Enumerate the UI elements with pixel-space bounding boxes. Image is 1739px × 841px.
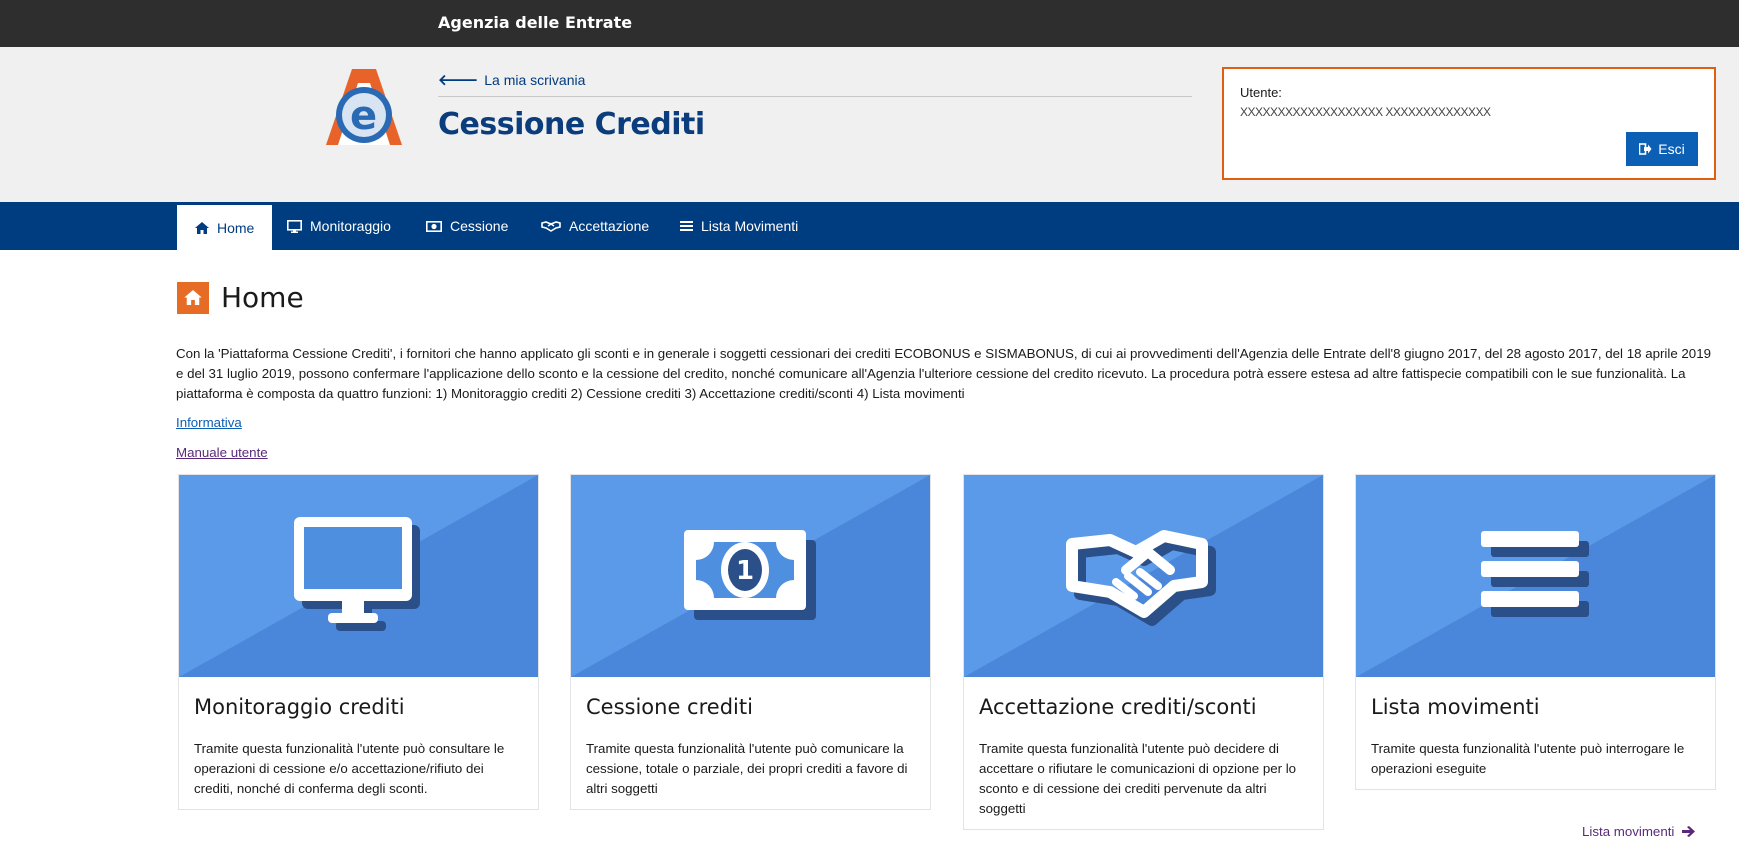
top-bar: Agenzia delle Entrate	[0, 0, 1739, 47]
list-icon	[1480, 531, 1589, 617]
lista-movimenti-link[interactable]: Lista movimenti	[1582, 824, 1696, 839]
nav-item-monitoraggio[interactable]: Monitoraggio	[269, 202, 409, 250]
nav-label-cessione: Cessione	[450, 218, 509, 234]
back-link-label: La mia scrivania	[484, 71, 586, 88]
agency-brand: Agenzia delle Entrate	[438, 13, 633, 32]
card-text: Tramite questa funzionalità l'utente può…	[1371, 741, 1685, 776]
main-nav: Home Monitoraggio Cessione Accettazione …	[0, 202, 1739, 250]
nav-item-cessione[interactable]: Cessione	[408, 202, 526, 250]
lista-movimenti-link-label: Lista movimenti	[1582, 824, 1675, 839]
header-divider	[438, 96, 1192, 97]
monitor-icon	[293, 517, 420, 631]
back-to-desk-link[interactable]: 🡐 La mia scrivania	[438, 70, 586, 90]
card-title: Accettazione crediti/sconti	[979, 695, 1257, 719]
user-manual-link[interactable]: Manuale utente	[176, 445, 268, 460]
logout-label: Esci	[1658, 141, 1685, 157]
card-cessione[interactable]: 1 Cessione crediti Tramite questa funzio…	[570, 474, 931, 810]
monitor-icon	[287, 219, 302, 233]
agency-logo: e	[326, 69, 402, 145]
page-title: Home	[221, 281, 304, 314]
list-icon	[680, 221, 693, 231]
intro-text: Con la 'Piattaforma Cessione Crediti', i…	[176, 346, 1711, 401]
nav-label-home: Home	[217, 219, 255, 236]
card-title: Lista movimenti	[1371, 695, 1540, 719]
card-lista-movimenti[interactable]: Lista movimenti Tramite questa funzional…	[1355, 474, 1716, 790]
card-accettazione[interactable]: Accettazione crediti/sconti Tramite ques…	[963, 474, 1324, 830]
nav-label-accettazione: Accettazione	[569, 218, 650, 234]
card-monitoraggio[interactable]: Monitoraggio crediti Tramite questa funz…	[178, 474, 539, 810]
arrow-right-icon	[1682, 826, 1696, 837]
sign-out-icon	[1639, 143, 1652, 155]
card-art	[964, 475, 1323, 677]
banknote-icon	[426, 220, 442, 232]
home-icon	[177, 281, 209, 314]
card-text: Tramite questa funzionalità l'utente può…	[979, 741, 1297, 816]
card-art	[179, 475, 538, 677]
home-icon	[195, 221, 209, 234]
page-heading: Home	[177, 281, 304, 314]
logout-button[interactable]: Esci	[1626, 132, 1698, 166]
svg-text:e: e	[350, 93, 377, 139]
card-art	[1356, 475, 1715, 677]
card-art: 1	[571, 475, 930, 677]
arrow-left-icon: 🡐	[438, 72, 479, 89]
app-title: Cessione Crediti	[438, 107, 705, 142]
card-text: Tramite questa funzionalità l'utente può…	[586, 741, 908, 796]
nav-label-lista-movimenti: Lista Movimenti	[701, 218, 799, 234]
handshake-icon	[541, 221, 561, 232]
banknote-icon: 1	[683, 530, 816, 620]
nav-item-lista-movimenti[interactable]: Lista Movimenti	[662, 202, 816, 250]
header: e 🡐 La mia scrivania Cessione Crediti Ut…	[0, 47, 1739, 202]
user-box: Utente: XXXXXXXXXXXXXXXXXXX XXXXXXXXXXXX…	[1222, 67, 1716, 180]
nav-item-accettazione[interactable]: Accettazione	[523, 202, 667, 250]
svg-text:1: 1	[735, 556, 753, 586]
handshake-icon	[1065, 530, 1216, 626]
card-title: Monitoraggio crediti	[194, 695, 405, 719]
card-title: Cessione crediti	[586, 695, 753, 719]
user-name: XXXXXXXXXXXXXXXXXXX XXXXXXXXXXXXXX	[1240, 105, 1491, 119]
nav-label-monitoraggio: Monitoraggio	[310, 218, 391, 234]
card-text: Tramite questa funzionalità l'utente può…	[194, 741, 505, 796]
nav-item-home[interactable]: Home	[177, 205, 273, 250]
informativa-link[interactable]: Informativa	[176, 415, 242, 430]
user-label: Utente:	[1240, 85, 1282, 100]
